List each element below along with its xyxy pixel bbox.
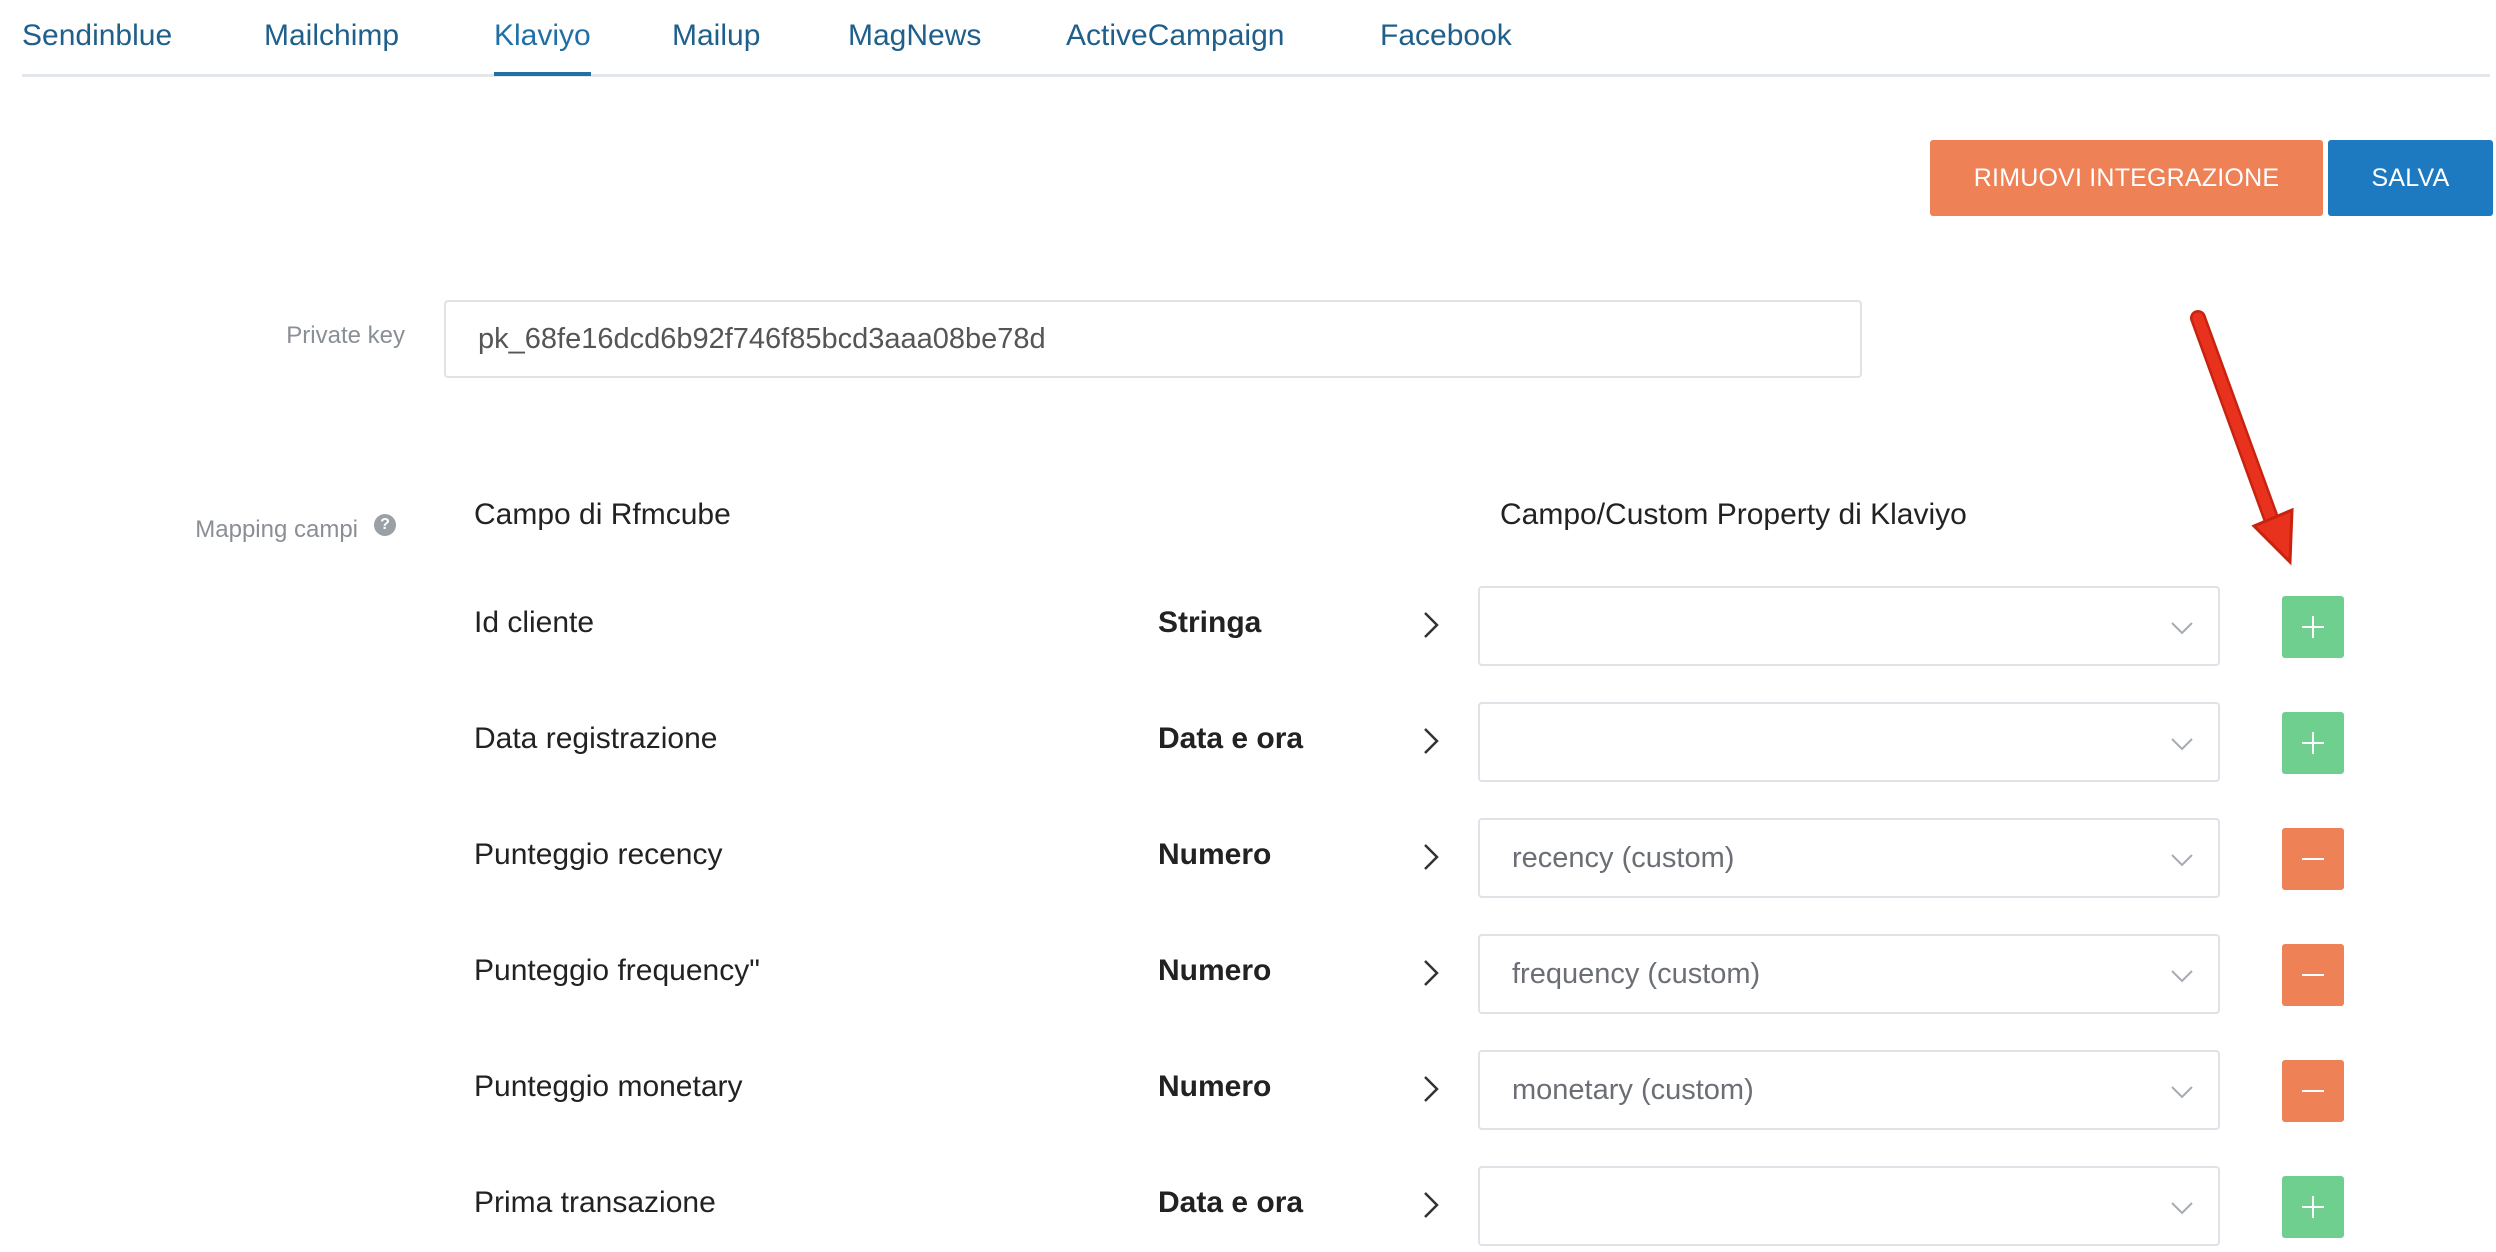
mapping-row: Punteggio recency Numero recency (custom… xyxy=(0,818,2496,900)
mapping-row: Punteggio monetary Numero monetary (cust… xyxy=(0,1050,2496,1132)
chevron-right-icon xyxy=(1424,1192,1439,1218)
chevron-right-icon xyxy=(1424,844,1439,870)
rfmcube-field-name: Punteggio frequency" xyxy=(474,954,760,987)
field-type: Numero xyxy=(1158,1070,1272,1103)
chevron-down-icon xyxy=(2171,1086,2193,1099)
klaviyo-property-select[interactable] xyxy=(1478,1166,2220,1246)
add-mapping-button[interactable] xyxy=(2282,712,2344,774)
field-type: Data e ora xyxy=(1158,1186,1304,1219)
chevron-right-icon xyxy=(1424,960,1439,986)
integration-tabs: Sendinblue Mailchimp Klaviyo Mailup MagN… xyxy=(22,0,2490,77)
minus-icon xyxy=(2302,1090,2324,1092)
chevron-right-icon xyxy=(1424,728,1439,754)
mapping-row: Data registrazione Data e ora xyxy=(0,702,2496,784)
plus-icon xyxy=(2302,616,2324,638)
klaviyo-property-select[interactable]: monetary (custom) xyxy=(1478,1050,2220,1130)
mapping-row: Id cliente Stringa xyxy=(0,586,2496,668)
select-value: recency (custom) xyxy=(1512,842,1735,874)
private-key-input[interactable]: pk_68fe16dcd6b92f746f85bcd3aaa08be78d xyxy=(444,300,1862,378)
remove-mapping-button[interactable] xyxy=(2282,944,2344,1006)
help-question-icon[interactable]: ? xyxy=(374,514,396,536)
rfmcube-field-column-header: Campo di Rfmcube xyxy=(474,498,731,531)
chevron-down-icon xyxy=(2171,854,2193,867)
remove-integration-button[interactable]: RIMUOVI INTEGRAZIONE xyxy=(1930,140,2323,216)
tab-facebook[interactable]: Facebook xyxy=(1380,12,1512,74)
klaviyo-property-select[interactable] xyxy=(1478,586,2220,666)
minus-icon xyxy=(2302,974,2324,976)
tab-mailchimp[interactable]: Mailchimp xyxy=(264,12,399,74)
mapping-fields-label: Mapping campi xyxy=(195,516,358,543)
remove-mapping-button[interactable] xyxy=(2282,828,2344,890)
klaviyo-property-select[interactable]: frequency (custom) xyxy=(1478,934,2220,1014)
mapping-row: Prima transazione Data e ora xyxy=(0,1166,2496,1248)
minus-icon xyxy=(2302,858,2324,860)
field-type: Numero xyxy=(1158,954,1272,987)
save-button[interactable]: SALVA xyxy=(2328,140,2493,216)
field-type: Stringa xyxy=(1158,606,1262,639)
private-key-value: pk_68fe16dcd6b92f746f85bcd3aaa08be78d xyxy=(478,322,1046,355)
select-value: frequency (custom) xyxy=(1512,958,1761,990)
remove-mapping-button[interactable] xyxy=(2282,1060,2344,1122)
field-type: Numero xyxy=(1158,838,1272,871)
rfmcube-field-name: Prima transazione xyxy=(474,1186,716,1219)
rfmcube-field-name: Punteggio monetary xyxy=(474,1070,743,1103)
red-arrow-annotation xyxy=(2190,310,2294,566)
tab-klaviyo[interactable]: Klaviyo xyxy=(494,12,591,76)
klaviyo-property-select[interactable] xyxy=(1478,702,2220,782)
tab-sendinblue[interactable]: Sendinblue xyxy=(22,12,172,74)
tab-magnews[interactable]: MagNews xyxy=(848,12,981,74)
chevron-down-icon xyxy=(2171,738,2193,751)
klaviyo-property-column-header: Campo/Custom Property di Klaviyo xyxy=(1500,498,1967,531)
add-mapping-button[interactable] xyxy=(2282,1176,2344,1238)
rfmcube-field-name: Id cliente xyxy=(474,606,595,639)
rfmcube-field-name: Punteggio recency xyxy=(474,838,723,871)
add-mapping-button[interactable] xyxy=(2282,596,2344,658)
mapping-row: Punteggio frequency" Numero frequency (c… xyxy=(0,934,2496,1016)
chevron-down-icon xyxy=(2171,970,2193,983)
chevron-down-icon xyxy=(2171,622,2193,635)
chevron-right-icon xyxy=(1424,612,1439,638)
tab-mailup[interactable]: Mailup xyxy=(672,12,760,74)
plus-icon xyxy=(2302,732,2324,754)
klaviyo-property-select[interactable]: recency (custom) xyxy=(1478,818,2220,898)
select-value: monetary (custom) xyxy=(1512,1074,1754,1106)
tab-activecampaign[interactable]: ActiveCampaign xyxy=(1066,12,1284,74)
rfmcube-field-name: Data registrazione xyxy=(474,722,718,755)
klaviyo-integration-page: Sendinblue Mailchimp Klaviyo Mailup MagN… xyxy=(0,0,2496,1252)
private-key-label: Private key xyxy=(286,322,405,349)
chevron-down-icon xyxy=(2171,1202,2193,1215)
field-type: Data e ora xyxy=(1158,722,1304,755)
chevron-right-icon xyxy=(1424,1076,1439,1102)
plus-icon xyxy=(2302,1196,2324,1218)
